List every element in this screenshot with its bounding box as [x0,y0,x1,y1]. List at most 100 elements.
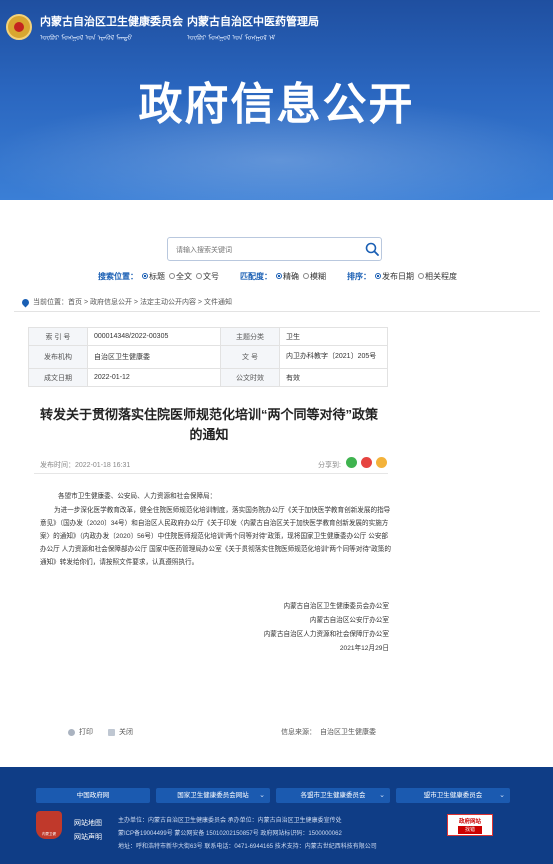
chevron-down-icon: ⌄ [259,792,265,799]
info-source: 信息来源： 自治区卫生健康委 [281,727,376,737]
search-position-filter: 搜索位置： 标题 全文 文号 [98,271,219,282]
statement-link[interactable]: 网站声明 [74,832,102,842]
option-docnumber[interactable]: 文号 [203,272,219,281]
location-pin-icon [20,297,31,308]
search-icon[interactable] [364,241,380,257]
option-exact[interactable]: 精确 [283,272,299,281]
article-salutation: 各盟市卫生健康委、公安局、人力资源和社会保障局： [58,493,217,500]
info-source-value: 自治区卫生健康委 [320,729,376,736]
meta-key: 公文时效 [220,368,280,387]
close-icon [108,728,115,736]
radio-fuzzy[interactable] [303,273,309,280]
match-filter: 匹配度： 精确 模糊 [240,271,326,282]
footer-link-label: 中国政府网 [76,792,110,799]
meta-key: 成文日期 [28,368,88,387]
chevron-down-icon: ⌄ [379,792,385,799]
option-date[interactable]: 发布日期 [382,272,414,281]
meta-value: 000014348/2022-00305 [87,327,221,346]
option-title[interactable]: 标题 [149,272,165,281]
option-fulltext[interactable]: 全文 [176,272,192,281]
share-label: 分享到: [318,462,341,469]
meta-value: 卫生 [279,327,388,346]
radio-relevance[interactable] [418,273,424,280]
badge-subtitle: 找错 [458,826,482,834]
search-box [167,237,382,261]
footer-info-address: 地址：呼和浩特市新华大街63号 联系电话：0471-6944165 技术支持：内… [118,844,377,850]
printer-icon [68,728,75,736]
publish-time: 发布时间：2022-01-18 16:31 [40,462,131,469]
footer-link-label: 各盟市卫生健康委员会 [300,792,366,799]
breadcrumb-home[interactable]: 首页 [68,299,82,306]
match-label: 匹配度： [240,272,272,281]
footer-link-league-city-2[interactable]: 盟市卫生健康委员会 ⌄ [396,788,510,803]
footer-link-nhc[interactable]: 国家卫生健康委员会网站 ⌄ [156,788,270,803]
qzone-share-icon[interactable] [376,457,387,468]
document-meta-table: 索 引 号 000014348/2022-00305 主题分类 卫生 发布机构 … [28,327,388,387]
breadcrumb-statutory[interactable]: 法定主动公开内容 [140,299,196,306]
article-title: 转发关于贯彻落实住院医师规范化培训“两个同等对待”政策的通知 [39,407,378,442]
footer-link-league-city-1[interactable]: 各盟市卫生健康委员会 ⌄ [276,788,390,803]
meta-key: 文 号 [220,345,280,369]
signature-1: 内蒙古自治区卫生健康委员会办公室 [283,603,390,610]
close-button[interactable]: 关闭 [108,727,133,737]
org-name-health-commission[interactable]: 内蒙古自治区卫生健康委员会 [40,13,183,29]
search-position-label: 搜索位置： [98,272,138,281]
gov-site-error-report-badge[interactable]: 政府网站 找错 [447,814,493,836]
option-fuzzy[interactable]: 模糊 [310,272,326,281]
table-row: 成文日期 2022-01-12 公文时效 有效 [28,368,388,387]
radio-date[interactable] [375,273,381,280]
meta-value: 有效 [279,368,388,387]
radio-docnumber[interactable] [196,273,202,280]
sort-filter: 排序： 发布日期 相关程度 [347,271,457,282]
sort-label: 排序： [347,272,371,281]
option-relevance[interactable]: 相关程度 [425,272,457,281]
signature-date: 2021年12月29日 [339,645,389,652]
radio-fulltext[interactable] [169,273,175,280]
close-label: 关闭 [119,729,133,736]
page-title: 政府信息公开 [138,79,415,130]
org-name-tcm-bureau[interactable]: 内蒙古自治区中医药管理局 [187,13,319,29]
meta-value: 自治区卫生健康委 [87,345,221,369]
badge-title: 政府网站 [458,819,481,825]
print-label: 打印 [79,729,93,736]
meta-value: 内卫办科教字〔2021〕205号 [279,345,388,369]
header-banner: 内蒙古自治区卫生健康委员会 内蒙古自治区中医药管理局 ᠥᠪᠥᠷ ᠮᠣᠩᠭᠣᠯ ᠤ… [0,0,553,200]
signature-2: 内蒙古自治区公安厅办公室 [309,617,389,624]
meta-value: 2022-01-12 [87,368,221,387]
sitemap-link[interactable]: 网站地图 [74,818,102,828]
radio-exact[interactable] [276,273,282,280]
article-body: 为进一步深化医学教育改革，健全住院医师规范化培训制度，落实国务院办公厅《关于加快… [40,507,391,566]
chevron-down-icon: ⌄ [499,792,505,799]
footer-link-label: 盟市卫生健康委员会 [423,792,483,799]
meta-key: 主题分类 [220,327,280,346]
signature-3: 内蒙古自治区人力资源和社会保障厅办公室 [263,631,389,638]
breadcrumb-notices[interactable]: 文件通知 [204,299,232,306]
wechat-share-icon[interactable] [346,457,357,468]
footer-link-gov[interactable]: 中国政府网 [36,788,150,803]
breadcrumb-sep: > [195,299,204,306]
national-emblem-icon [6,14,32,40]
article-divider [34,473,388,474]
footer-info-sponsor: 主办单位：内蒙古自治区卫生健康委员会 承办单位：内蒙古自治区卫生健康委宣传处 [118,818,342,824]
info-source-label: 信息来源： [281,729,316,736]
weibo-share-icon[interactable] [361,457,372,468]
breadcrumb: 当前位置：首页 > 政府信息公开 > 法定主动公开内容 > 文件通知 [20,297,232,308]
table-row: 发布机构 自治区卫生健康委 文 号 内卫办科教字〔2021〕205号 [28,345,388,369]
footer-info-icp: 蒙ICP备19004499号 蒙公网安备 15010202150857号 政府网… [118,831,342,837]
search-input[interactable] [174,242,358,258]
breadcrumb-prefix: 当前位置： [33,299,68,306]
radio-title[interactable] [142,273,148,280]
breadcrumb-sep: > [131,299,140,306]
breadcrumb-sep: > [82,299,90,306]
footer-link-label: 国家卫生健康委员会网站 [177,792,249,799]
meta-key: 索 引 号 [28,327,88,346]
party-logo-text: 内蒙卫健 [42,832,56,836]
breadcrumb-info-disclosure[interactable]: 政府信息公开 [90,299,132,306]
breadcrumb-divider [14,311,540,312]
mongolian-org-name-1: ᠥᠪᠥᠷ ᠮᠣᠩᠭᠣᠯ ᠤᠨ ᠡᠷᠡᠭᠦᠯ ᠮᠡᠨᠳᠦ [40,35,133,42]
table-row: 索 引 号 000014348/2022-00305 主题分类 卫生 [28,327,388,346]
meta-key: 发布机构 [28,345,88,369]
print-button[interactable]: 打印 [68,727,93,737]
mongolian-org-name-2: ᠥᠪᠥᠷ ᠮᠣᠩᠭᠣᠯ ᠤᠨ ᠮᠣᠩᠭᠣᠯ ᠡᠮ [187,35,276,42]
party-logo-icon[interactable]: 内蒙卫健 [36,811,62,839]
